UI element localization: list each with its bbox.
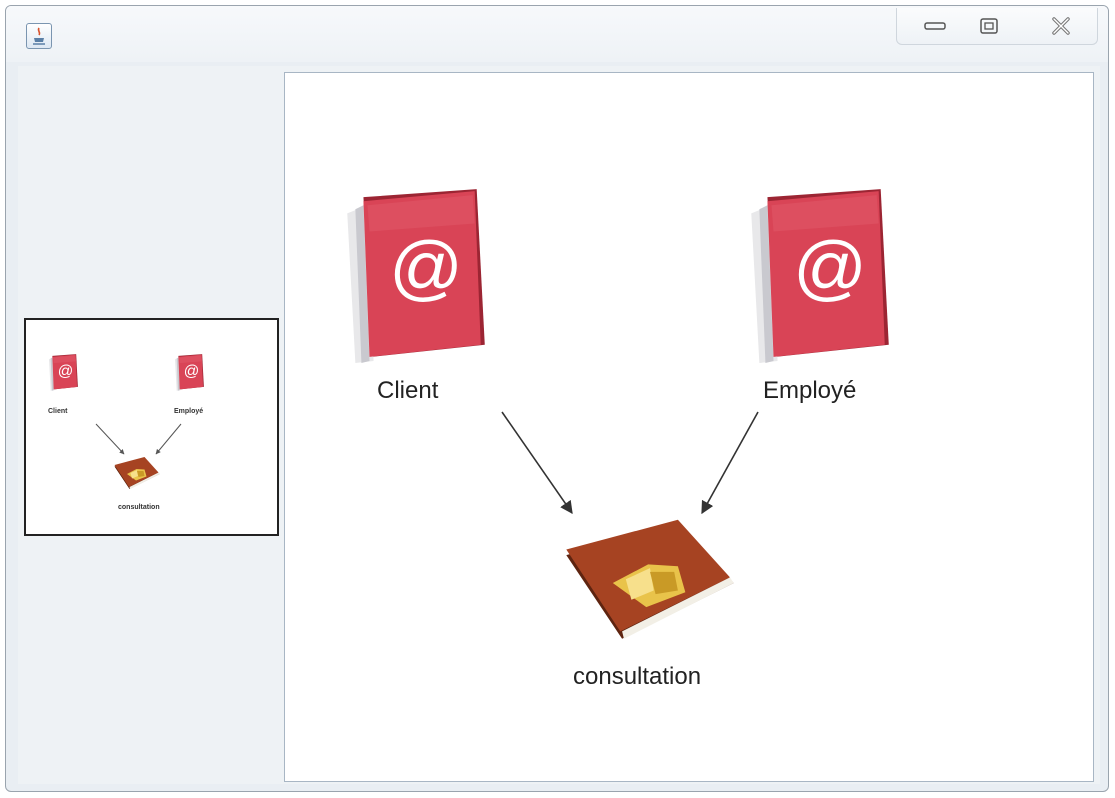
node-consultation[interactable] xyxy=(557,517,743,654)
title-bar[interactable] xyxy=(6,6,1108,62)
close-icon xyxy=(1052,17,1070,35)
edge-client-consultation xyxy=(501,411,573,515)
gold-book-icon xyxy=(557,517,743,649)
client-area: Client Employé consultation Client Emplo… xyxy=(18,66,1100,784)
overview-client-book-icon xyxy=(46,352,80,392)
address-book-icon xyxy=(333,183,495,365)
node-label-client: Client xyxy=(377,377,439,404)
overview-employe-book-icon xyxy=(172,352,206,392)
maximize-icon xyxy=(980,18,998,34)
node-client[interactable] xyxy=(333,183,495,370)
minimize-icon xyxy=(924,22,946,30)
overview-edge-employe-consultation xyxy=(155,423,182,455)
node-label-employe: Employé xyxy=(763,377,857,404)
graph-canvas[interactable]: Client Employé consultation xyxy=(284,72,1094,782)
window-controls xyxy=(896,8,1098,45)
minimize-button[interactable] xyxy=(907,8,963,44)
application-window: Client Employé consultation Client Emplo… xyxy=(5,5,1109,792)
overview-label-consultation: consultation xyxy=(118,504,160,511)
java-app-icon[interactable] xyxy=(26,23,52,49)
edge-employe-consultation xyxy=(701,411,759,515)
overview-edge-client-consultation xyxy=(95,423,125,455)
close-button[interactable] xyxy=(1033,8,1089,44)
overview-label-client: Client xyxy=(48,408,68,415)
graph-overview-panel[interactable]: Client Employé consultation xyxy=(24,318,279,536)
node-label-consultation: consultation xyxy=(573,663,702,690)
node-employe[interactable] xyxy=(737,183,899,370)
address-book-icon xyxy=(737,183,899,365)
overview-label-employe: Employé xyxy=(174,408,204,415)
overview-consultation-book-icon xyxy=(112,456,162,492)
maximize-button[interactable] xyxy=(961,8,1017,44)
